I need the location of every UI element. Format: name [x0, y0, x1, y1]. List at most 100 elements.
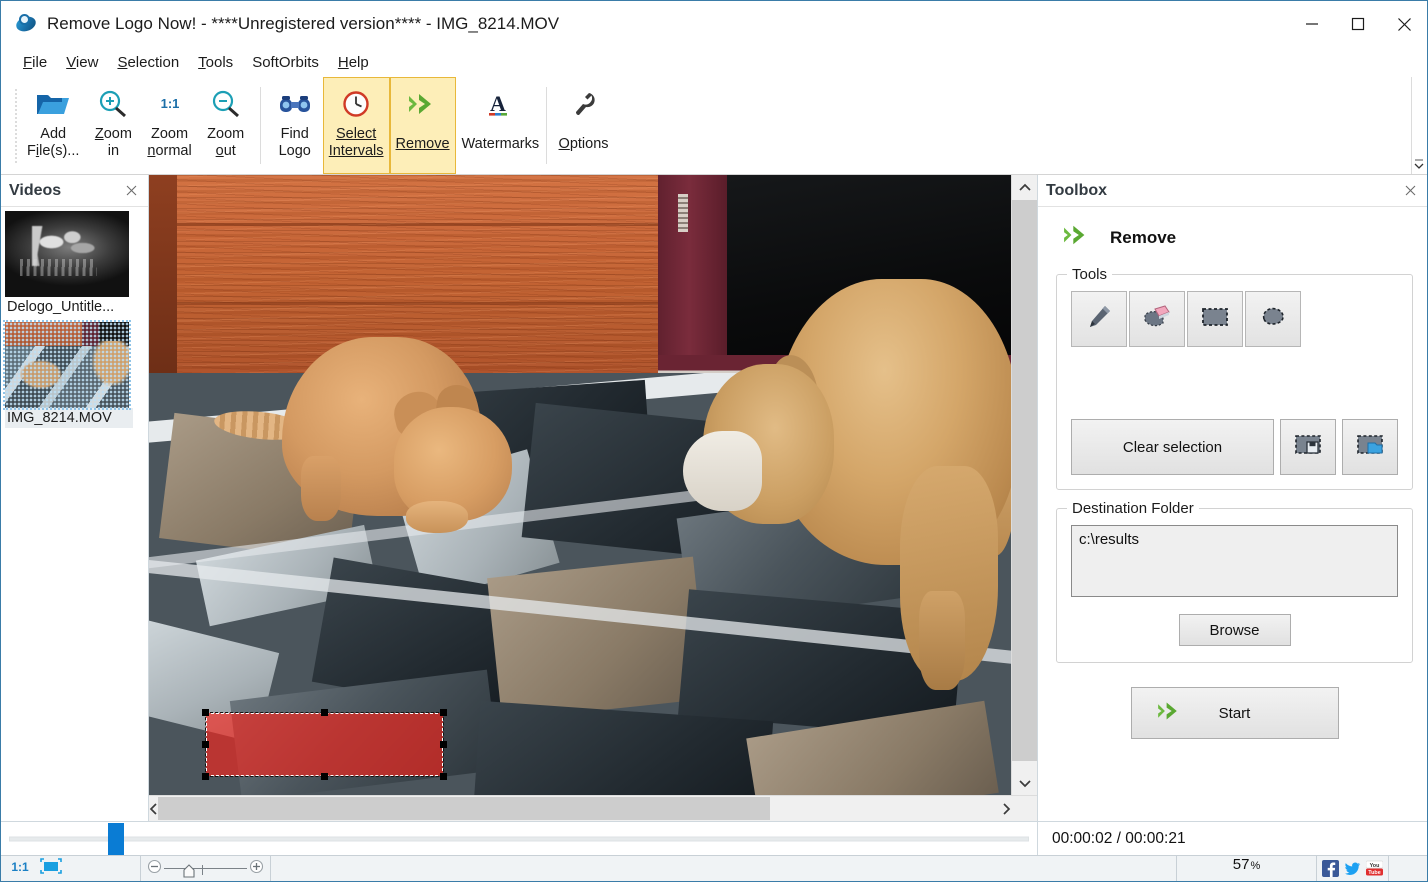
save-selection-icon [1293, 432, 1323, 462]
videos-panel: Videos Delogo_Untitle... [1, 175, 149, 821]
title-bar: Remove Logo Now! - ****Unregistered vers… [1, 1, 1427, 47]
chevron-left-icon[interactable] [149, 797, 158, 821]
minimize-button[interactable] [1289, 1, 1335, 47]
zoom-plus-icon[interactable] [249, 859, 264, 879]
toolbar-select-intervals-button[interactable]: SelectIntervals [323, 77, 390, 174]
toolbox-mode-header: Remove [1060, 223, 1413, 252]
zoom-percentage-symbol: % [1250, 860, 1260, 872]
toolbar-zoom-in-label: Zoomin [95, 126, 132, 160]
svg-text:Tube: Tube [1368, 870, 1380, 876]
menu-file[interactable]: FFileile [15, 51, 55, 74]
pencil-tool-button[interactable] [1071, 291, 1127, 347]
timeline-thumb[interactable] [108, 823, 124, 855]
letter-a-icon: A [476, 84, 520, 124]
youtube-icon[interactable]: You Tube [1366, 860, 1383, 877]
toolbox-mode-label: Remove [1110, 228, 1176, 248]
tools-group: Tools [1056, 274, 1413, 490]
chevron-right-icon[interactable] [1002, 797, 1011, 821]
clock-icon [334, 84, 378, 124]
load-selection-button[interactable] [1342, 419, 1398, 475]
one-to-one-icon[interactable]: 1:1 [9, 858, 31, 879]
chevron-up-icon[interactable] [1012, 175, 1037, 199]
clear-selection-button[interactable]: Clear selection [1071, 419, 1274, 475]
toolbox-panel-close-icon[interactable] [1401, 182, 1419, 200]
browse-button[interactable]: Browse [1179, 614, 1291, 646]
green-arrows-icon [1154, 700, 1186, 726]
video-preview-canvas[interactable] [149, 175, 1011, 795]
toolbar-zoom-in-button[interactable]: Zoomin [85, 77, 141, 174]
dog-subject [683, 243, 1011, 689]
timeline-slider[interactable] [1, 822, 1037, 855]
one-to-one-icon: 1:1 [148, 84, 192, 124]
pencil-icon [1084, 302, 1114, 337]
selection-rectangle[interactable] [206, 713, 443, 776]
videos-panel-title: Videos [9, 182, 61, 200]
svg-text:You: You [1370, 863, 1380, 869]
eraser-tool-button[interactable] [1129, 291, 1185, 347]
zoom-minus-icon[interactable] [147, 859, 162, 879]
videos-panel-close-icon[interactable] [122, 182, 140, 200]
toolbox-panel-header: Toolbox [1038, 175, 1427, 207]
video-frame-image [149, 175, 1011, 795]
start-button[interactable]: Start [1131, 687, 1339, 739]
vertical-scroll-thumb[interactable] [1012, 200, 1037, 761]
tools-group-legend: Tools [1067, 266, 1112, 283]
save-selection-button[interactable] [1280, 419, 1336, 475]
toolbar-grip[interactable] [13, 77, 18, 174]
toolbar-add-files-button[interactable]: AddFile(s)... [21, 77, 85, 174]
status-bar-resize-grip[interactable] [1389, 856, 1427, 881]
vertical-scroll-track[interactable] [1012, 199, 1037, 771]
toolbar-watermarks-button[interactable]: A Watermarks [456, 77, 540, 174]
main-body: Videos Delogo_Untitle... [1, 175, 1427, 821]
canvas-vertical-scrollbar[interactable] [1011, 175, 1037, 795]
list-item[interactable]: Delogo_Untitle... [5, 211, 133, 317]
svg-text:A: A [490, 91, 506, 116]
horizontal-scroll-thumb[interactable] [158, 797, 770, 820]
zoom-in-icon [91, 84, 135, 124]
menu-help[interactable]: Help [330, 51, 377, 74]
zoom-percentage: 57 % [1177, 856, 1317, 881]
rectangle-select-tool-button[interactable] [1187, 291, 1243, 347]
menu-selection[interactable]: Selection [109, 51, 187, 74]
toolbar-remove-button[interactable]: Remove [390, 77, 456, 174]
green-arrows-icon [401, 84, 445, 124]
canvas-horizontal-scrollbar[interactable] [149, 795, 1037, 821]
load-selection-icon [1355, 432, 1385, 462]
zoom-slider-thumb[interactable] [183, 864, 195, 882]
menu-view[interactable]: View [58, 51, 106, 74]
toolbar-separator-1 [260, 87, 261, 164]
toolbar-find-logo-button[interactable]: FindLogo [267, 77, 323, 174]
zoom-slider[interactable] [141, 856, 271, 881]
timeline-track[interactable] [9, 836, 1029, 841]
destination-folder-group: Destination Folder Browse [1056, 508, 1413, 663]
fit-to-screen-icon[interactable] [39, 857, 63, 880]
toolbar-overflow-icon[interactable] [1411, 77, 1425, 174]
twitter-icon[interactable] [1344, 860, 1361, 877]
horizontal-scroll-track[interactable] [158, 796, 1002, 821]
maximize-button[interactable] [1335, 1, 1381, 47]
video-caption: IMG_8214.MOV [5, 408, 133, 428]
close-button[interactable] [1381, 1, 1427, 47]
canvas-area [149, 175, 1037, 821]
toolbar-zoom-normal-button[interactable]: 1:1 Zoomnormal [141, 77, 197, 174]
chevron-down-icon[interactable] [1012, 771, 1037, 795]
toolbar-find-logo-label: FindLogo [279, 126, 311, 160]
open-folder-icon [31, 84, 75, 124]
start-button-label: Start [1219, 705, 1251, 722]
facebook-icon[interactable] [1322, 860, 1339, 877]
main-toolbar: AddFile(s)... Zoomin 1:1 [1, 77, 1427, 175]
wrench-icon [562, 84, 606, 124]
lasso-select-tool-button[interactable] [1245, 291, 1301, 347]
status-bar: 1:1 [1, 855, 1427, 881]
destination-folder-input[interactable] [1071, 525, 1398, 597]
list-item[interactable]: IMG_8214.MOV [5, 322, 133, 428]
binoculars-icon [273, 84, 317, 124]
toolbar-options-label: Options [559, 136, 609, 153]
menu-tools[interactable]: Tools [190, 51, 241, 74]
toolbar-options-button[interactable]: Options [553, 77, 615, 174]
menu-softorbits[interactable]: SoftOrbits [244, 51, 327, 74]
toolbox-panel-title: Toolbox [1046, 182, 1107, 200]
zoom-percentage-value: 57 [1233, 856, 1250, 873]
toolbar-add-files-label: AddFile(s)... [27, 126, 79, 160]
toolbar-zoom-out-button[interactable]: Zoomout [198, 77, 254, 174]
